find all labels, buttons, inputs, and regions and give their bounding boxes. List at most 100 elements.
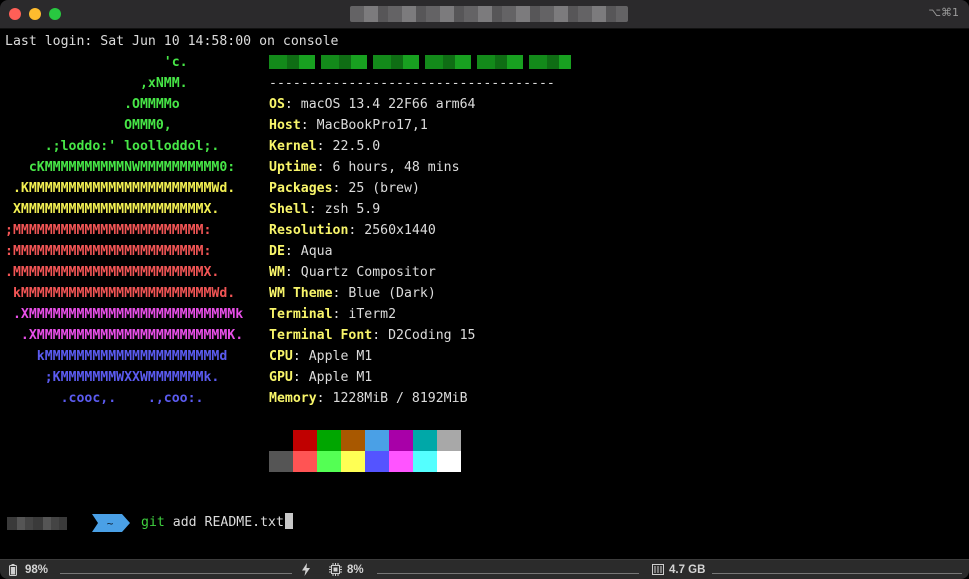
info-key: DE bbox=[269, 244, 285, 259]
command-name: git bbox=[141, 515, 165, 530]
battery-percent: 98% bbox=[25, 564, 49, 576]
info-value: 25 (brew) bbox=[348, 181, 420, 196]
info-value: Blue (Dark) bbox=[348, 286, 436, 301]
cpu-sparkline bbox=[377, 573, 639, 574]
info-row: Terminal: iTerm2 bbox=[269, 307, 397, 322]
color-swatch bbox=[437, 430, 461, 451]
prompt-dir-symbol: ~ bbox=[107, 517, 114, 530]
info-value: 22.5.0 bbox=[332, 139, 381, 154]
info-key: Terminal bbox=[269, 307, 333, 322]
logo-line: kMMMMMMMMMMMMMMMMMMMMMMMMWd. bbox=[5, 286, 236, 301]
memory-sparkline bbox=[712, 573, 962, 574]
info-value: Quartz Compositor bbox=[300, 265, 436, 280]
info-row: OS: macOS 13.4 22F66 arm64 bbox=[269, 97, 476, 112]
info-key: Packages bbox=[269, 181, 333, 196]
color-swatch bbox=[317, 430, 341, 451]
palette-normal-row bbox=[269, 430, 461, 451]
logo-line: :MMMMMMMMMMMMMMMMMMMMMMMM: bbox=[5, 244, 212, 259]
logo-line: ,xNMM. bbox=[5, 76, 188, 91]
info-key: Resolution bbox=[269, 223, 349, 238]
logo-line: .cooc,. .,coo:. bbox=[5, 391, 204, 406]
info-key: GPU bbox=[269, 370, 293, 385]
info-row: Kernel: 22.5.0 bbox=[269, 139, 381, 154]
logo-line: XMMMMMMMMMMMMMMMMMMMMMMMX. bbox=[5, 202, 220, 217]
window-shortcut: ⌥⌘1 bbox=[928, 6, 959, 19]
info-row: Host: MacBookPro17,1 bbox=[269, 118, 428, 133]
info-row: Memory: 1228MiB / 8192MiB bbox=[269, 391, 468, 406]
info-key: Shell bbox=[269, 202, 309, 217]
title-bar[interactable]: ⌥⌘1 bbox=[0, 0, 969, 29]
color-swatch bbox=[365, 430, 389, 451]
logo-line: .;loddo:' loolloddol;. bbox=[5, 139, 220, 154]
info-row: Uptime: 6 hours, 48 mins bbox=[269, 160, 460, 175]
color-swatch bbox=[341, 451, 365, 472]
color-swatch bbox=[389, 451, 413, 472]
last-login-line: Last login: Sat Jun 10 14:58:00 on conso… bbox=[5, 34, 339, 49]
terminal-window: ⌥⌘1 Last login: Sat Jun 10 14:58:00 on c… bbox=[0, 0, 969, 579]
color-swatch bbox=[317, 451, 341, 472]
info-row: GPU: Apple M1 bbox=[269, 370, 373, 385]
info-value: 2560x1440 bbox=[364, 223, 436, 238]
info-key: Host bbox=[269, 118, 301, 133]
info-row: Terminal Font: D2Coding 15 bbox=[269, 328, 476, 343]
system-info: ------------------------------------ OS:… bbox=[269, 52, 571, 409]
info-key: OS bbox=[269, 97, 285, 112]
color-swatch bbox=[341, 430, 365, 451]
logo-line: ;MMMMMMMMMMMMMMMMMMMMMMMM: bbox=[5, 223, 212, 238]
prompt-user-redacted bbox=[7, 517, 67, 530]
color-swatch bbox=[269, 430, 293, 451]
color-swatch bbox=[293, 451, 317, 472]
battery-icon bbox=[9, 564, 17, 576]
window-title-redacted bbox=[350, 6, 628, 22]
color-swatch bbox=[365, 451, 389, 472]
terminal-content[interactable]: Last login: Sat Jun 10 14:58:00 on conso… bbox=[0, 29, 969, 559]
color-palette bbox=[269, 430, 461, 472]
logo-line: 'c. bbox=[5, 55, 188, 70]
logo-line: .KMMMMMMMMMMMMMMMMMMMMMMMWd. bbox=[5, 181, 236, 196]
info-key: WM bbox=[269, 265, 285, 280]
logo-line: cKMMMMMMMMMMNWMMMMMMMMMM0: bbox=[5, 160, 236, 175]
color-swatch bbox=[413, 430, 437, 451]
info-key: CPU bbox=[269, 349, 293, 364]
memory-usage: 4.7 GB bbox=[669, 564, 706, 576]
info-row: Resolution: 2560x1440 bbox=[269, 223, 436, 238]
user-host-redacted bbox=[269, 55, 571, 69]
shell-prompt[interactable]: ~ git add README.txt bbox=[0, 512, 969, 534]
info-row: WM: Quartz Compositor bbox=[269, 265, 436, 280]
info-key: Terminal Font bbox=[269, 328, 373, 343]
zoom-button[interactable] bbox=[49, 8, 61, 20]
logo-line: OMMM0, bbox=[5, 118, 172, 133]
info-key: WM Theme bbox=[269, 286, 333, 301]
info-value: Aqua bbox=[300, 244, 333, 259]
color-swatch bbox=[389, 430, 413, 451]
info-value: macOS 13.4 22F66 arm64 bbox=[300, 97, 476, 112]
info-value: Apple M1 bbox=[308, 349, 373, 364]
palette-bright-row bbox=[269, 451, 461, 472]
memory-icon bbox=[652, 564, 664, 575]
info-key: Uptime bbox=[269, 160, 317, 175]
color-swatch bbox=[437, 451, 461, 472]
apple-ascii-logo: 'c. ,xNMM. .OMMMMo OMMM0, .;loddo:' lool… bbox=[5, 52, 243, 409]
info-value: D2Coding 15 bbox=[388, 328, 476, 343]
battery-sparkline bbox=[60, 573, 292, 574]
info-row: DE: Aqua bbox=[269, 244, 333, 259]
info-row: WM Theme: Blue (Dark) bbox=[269, 286, 436, 301]
info-value: 6 hours, 48 mins bbox=[332, 160, 460, 175]
command-input[interactable]: git add README.txt bbox=[141, 512, 293, 534]
cpu-icon bbox=[329, 563, 342, 576]
minimize-button[interactable] bbox=[29, 8, 41, 20]
info-key: Memory bbox=[269, 391, 317, 406]
logo-line: .XMMMMMMMMMMMMMMMMMMMMMMMMK. bbox=[5, 328, 244, 343]
logo-line: ;KMMMMMMMWXXWMMMMMMMk. bbox=[5, 370, 220, 385]
command-args: add README.txt bbox=[164, 515, 284, 530]
status-bar: 98% 8% 4.7 GB bbox=[0, 559, 969, 579]
color-swatch bbox=[413, 451, 437, 472]
lightning-icon bbox=[302, 563, 310, 576]
info-row: Shell: zsh 5.9 bbox=[269, 202, 381, 217]
info-value: zsh 5.9 bbox=[324, 202, 381, 217]
logo-line: kMMMMMMMMMMMMMMMMMMMMMMd bbox=[5, 349, 228, 364]
info-value: MacBookPro17,1 bbox=[316, 118, 428, 133]
text-cursor bbox=[284, 513, 293, 529]
info-row: Packages: 25 (brew) bbox=[269, 181, 420, 196]
close-button[interactable] bbox=[9, 8, 21, 20]
